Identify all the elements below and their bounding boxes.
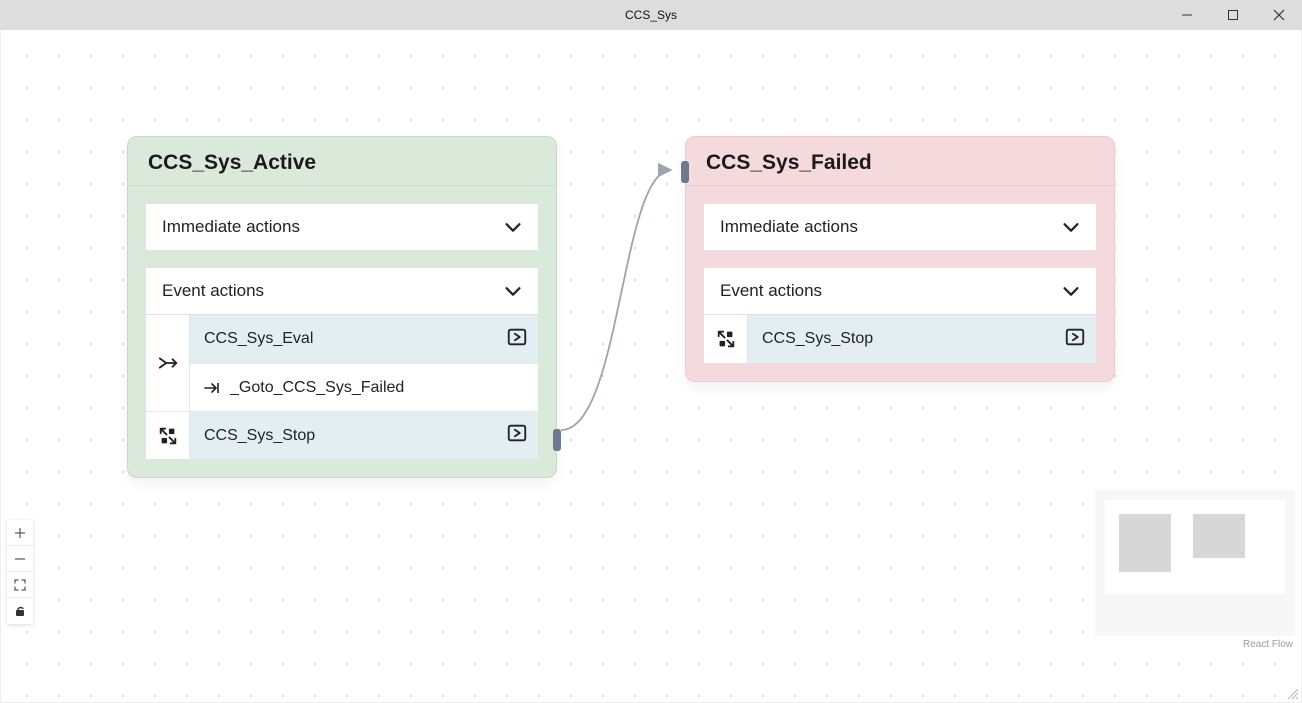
fit-view-button[interactable]: [7, 572, 33, 598]
action-label: CCS_Sys_Stop: [204, 427, 506, 445]
event-action-ccs-sys-stop[interactable]: CCS_Sys_Stop: [748, 315, 1096, 363]
window-maximize-button[interactable]: [1210, 0, 1256, 30]
enter-icon: [1064, 326, 1086, 353]
minimize-icon: [1181, 9, 1193, 21]
section-header-label: Event actions: [162, 281, 264, 301]
lock-toggle-button[interactable]: [7, 598, 33, 624]
swap-icon-cell: [146, 412, 190, 459]
resize-grip-icon[interactable]: [1285, 686, 1299, 700]
unlock-icon: [13, 604, 27, 618]
swap-icon-cell: [704, 315, 748, 363]
action-label: CCS_Sys_Stop: [762, 330, 1064, 348]
chevron-down-icon: [502, 216, 524, 238]
section-header-immediate[interactable]: Immediate actions: [146, 204, 538, 250]
minimap-viewport: [1105, 500, 1285, 594]
window-controls: [1164, 0, 1302, 30]
minimap-node-active: [1119, 514, 1171, 572]
zoom-out-button[interactable]: [7, 546, 33, 572]
plus-icon: [13, 526, 27, 540]
chevron-down-icon: [1060, 280, 1082, 302]
section-event-actions: Event actions: [146, 268, 538, 459]
node-ccs-sys-failed[interactable]: CCS_Sys_Failed Immediate actions Event a…: [685, 136, 1115, 382]
node-title: CCS_Sys_Active: [128, 137, 556, 186]
maximize-icon: [1227, 9, 1239, 21]
action-label: _Goto_CCS_Sys_Failed: [230, 379, 528, 397]
minimap[interactable]: [1095, 490, 1295, 636]
minus-icon: [13, 552, 27, 566]
window-minimize-button[interactable]: [1164, 0, 1210, 30]
connection-handle-source[interactable]: [553, 429, 561, 451]
event-action-goto-failed[interactable]: _Goto_CCS_Sys_Failed: [190, 363, 538, 411]
close-icon: [1273, 9, 1285, 21]
attribution-label: React Flow: [1243, 639, 1293, 650]
section-header-label: Immediate actions: [162, 217, 300, 237]
minimap-node-failed: [1193, 514, 1245, 558]
window-title: CCS_Sys: [0, 8, 1302, 22]
enter-icon: [506, 326, 528, 353]
section-header-events[interactable]: Event actions: [704, 268, 1096, 314]
merge-icon-cell: [146, 315, 190, 411]
goto-icon: [204, 380, 220, 396]
section-header-events[interactable]: Event actions: [146, 268, 538, 314]
section-header-immediate[interactable]: Immediate actions: [704, 204, 1096, 250]
enter-icon: [506, 422, 528, 449]
workspace[interactable]: CCS_Sys_Active Immediate actions Event a…: [0, 30, 1302, 703]
swap-icon: [715, 328, 737, 350]
merge-icon: [157, 352, 179, 374]
section-event-actions: Event actions: [704, 268, 1096, 363]
event-action-ccs-sys-eval[interactable]: CCS_Sys_Eval: [190, 315, 538, 363]
chevron-down-icon: [1060, 216, 1082, 238]
connection-handle-target[interactable]: [681, 161, 689, 183]
section-header-label: Event actions: [720, 281, 822, 301]
fit-view-icon: [13, 578, 27, 592]
node-title: CCS_Sys_Failed: [686, 137, 1114, 186]
section-immediate-actions: Immediate actions: [146, 204, 538, 250]
swap-icon: [157, 425, 179, 447]
zoom-in-button[interactable]: [7, 520, 33, 546]
window-close-button[interactable]: [1256, 0, 1302, 30]
section-header-label: Immediate actions: [720, 217, 858, 237]
node-ccs-sys-active[interactable]: CCS_Sys_Active Immediate actions Event a…: [127, 136, 557, 478]
action-label: CCS_Sys_Eval: [204, 330, 506, 348]
window-titlebar: CCS_Sys: [0, 0, 1302, 30]
event-action-ccs-sys-stop[interactable]: CCS_Sys_Stop: [190, 412, 538, 459]
chevron-down-icon: [502, 280, 524, 302]
canvas-controls: [7, 520, 33, 624]
section-immediate-actions: Immediate actions: [704, 204, 1096, 250]
